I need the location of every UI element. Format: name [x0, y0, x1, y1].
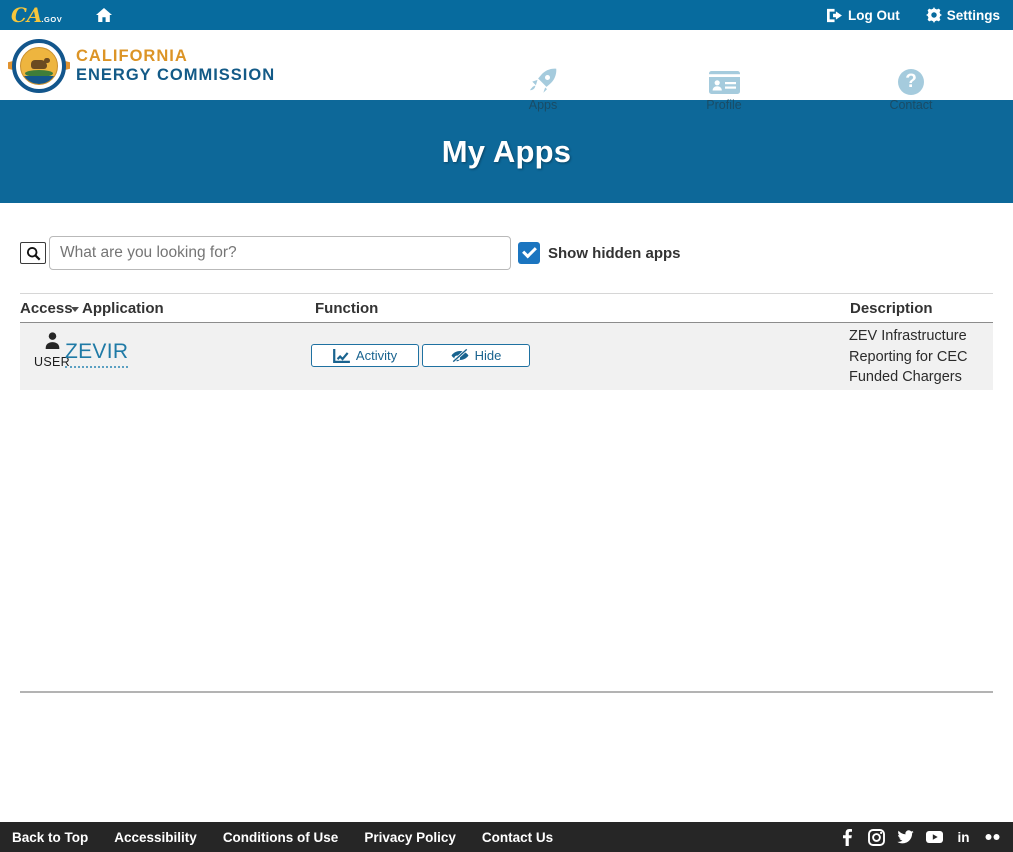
site-header: CALIFORNIA ENERGY COMMISSION Apps — [0, 30, 1013, 100]
footer-link-accessibility[interactable]: Accessibility — [114, 830, 197, 845]
column-header-description: Description — [850, 300, 933, 317]
gear-icon — [926, 7, 942, 23]
facebook-icon[interactable] — [839, 829, 856, 846]
social-links: in — [839, 829, 1001, 846]
table-header-row: Access Application Function Description — [20, 293, 993, 323]
column-header-access[interactable]: Access — [20, 300, 73, 317]
user-icon — [44, 332, 61, 349]
home-icon[interactable] — [96, 8, 112, 22]
footer-link-privacy-policy[interactable]: Privacy Policy — [364, 830, 456, 845]
application-link-zevir[interactable]: ZEVIR — [65, 340, 128, 368]
page-title: My Apps — [442, 134, 571, 170]
site-footer: Back to Top Accessibility Conditions of … — [0, 822, 1013, 852]
org-name-line1: CALIFORNIA — [76, 47, 275, 66]
footer-link-conditions-of-use[interactable]: Conditions of Use — [223, 830, 339, 845]
nav-item-contact[interactable]: ? Contact — [880, 67, 942, 112]
log-out-button[interactable]: Log Out — [827, 8, 900, 23]
flickr-icon[interactable] — [984, 829, 1001, 846]
chart-line-icon — [333, 349, 350, 363]
rocket-icon — [512, 67, 574, 97]
search-icon — [26, 246, 41, 261]
application-description: ZEV Infrastructure Reporting for CEC Fun… — [849, 326, 995, 388]
sort-caret-icon — [71, 307, 79, 312]
utility-bar: CA .GOV Log Out Settings — [0, 0, 1013, 30]
page-banner: My Apps — [0, 100, 1013, 203]
table-row: USER ZEVIR Activity — [20, 323, 993, 390]
nav-item-apps[interactable]: Apps — [512, 67, 574, 112]
main-content: Show hidden apps Access Application Func… — [0, 236, 1013, 693]
search-row: Show hidden apps — [20, 236, 993, 270]
nav-item-profile[interactable]: Profile — [693, 67, 755, 112]
column-header-application[interactable]: Application — [82, 300, 164, 317]
id-card-icon — [693, 67, 755, 97]
question-circle-icon: ? — [880, 67, 942, 97]
instagram-icon[interactable] — [868, 829, 885, 846]
org-name-line2: ENERGY COMMISSION — [76, 66, 275, 85]
column-header-function: Function — [315, 300, 378, 317]
ca-gov-script: CA — [11, 5, 42, 25]
youtube-icon[interactable] — [926, 829, 943, 846]
ca-gov-logo[interactable]: CA .GOV — [11, 5, 62, 25]
show-hidden-apps-label[interactable]: Show hidden apps — [548, 245, 681, 262]
log-out-icon — [827, 8, 843, 23]
cec-logo[interactable]: CALIFORNIA ENERGY COMMISSION — [8, 38, 275, 94]
content-divider — [20, 691, 993, 693]
footer-link-contact-us[interactable]: Contact Us — [482, 830, 553, 845]
apps-table: Access Application Function Description … — [20, 293, 993, 390]
search-button[interactable] — [20, 242, 46, 264]
org-wordmark: CALIFORNIA ENERGY COMMISSION — [76, 47, 275, 85]
show-hidden-apps-checkbox[interactable] — [518, 242, 540, 264]
footer-link-back-to-top[interactable]: Back to Top — [12, 830, 88, 845]
hide-button[interactable]: Hide — [422, 344, 530, 367]
cec-seal — [8, 38, 70, 94]
eye-slash-icon — [451, 348, 469, 363]
activity-button[interactable]: Activity — [311, 344, 419, 367]
twitter-icon[interactable] — [897, 829, 914, 846]
settings-button[interactable]: Settings — [926, 7, 1000, 23]
search-input[interactable] — [49, 236, 511, 270]
linkedin-icon[interactable]: in — [955, 829, 972, 846]
